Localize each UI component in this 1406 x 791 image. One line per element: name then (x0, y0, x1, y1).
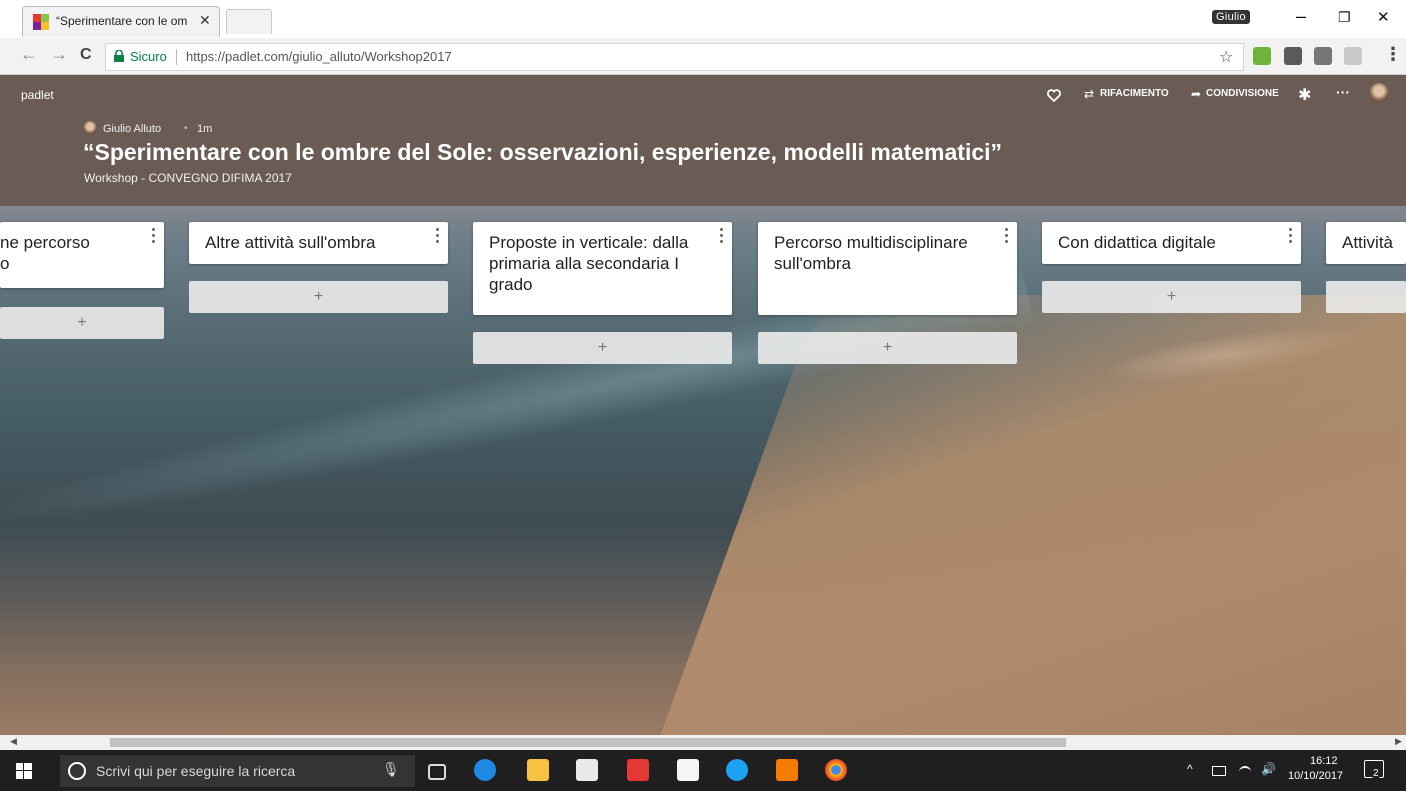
padlet-title: “Sperimentare con le ombre del Sole: oss… (83, 139, 1003, 165)
chrome-icon[interactable] (825, 759, 847, 781)
bookmark-star-icon[interactable]: ☆ (1219, 47, 1233, 67)
omnibox[interactable]: Sicuro https://padlet.com/giulio_alluto/… (105, 43, 1244, 71)
column-title: Altre attività sull'ombra (205, 233, 376, 252)
edge-browser-icon[interactable] (474, 759, 496, 781)
scrollbar-thumb[interactable] (110, 738, 1066, 747)
share-icon: ➦ (1191, 87, 1202, 101)
store-icon[interactable] (576, 759, 598, 781)
clock-date[interactable]: 10/10/2017 (1288, 770, 1343, 782)
back-button[interactable]: ← (20, 44, 38, 65)
new-tab-button[interactable] (226, 9, 272, 34)
wifi-icon[interactable] (1239, 766, 1251, 778)
column-title: Attività (1342, 233, 1394, 252)
chrome-menu-icon[interactable]: ⋮ (1384, 44, 1402, 65)
tray-expand-icon[interactable]: ^ (1187, 762, 1193, 776)
extension-camera-icon[interactable] (1314, 47, 1332, 65)
more-icon[interactable]: ··· (1336, 84, 1350, 100)
mail-icon[interactable] (677, 759, 699, 781)
browser-tab[interactable]: “Sperimentare con le om ✕ (22, 6, 220, 37)
scroll-left-arrow[interactable]: ◀ (10, 736, 17, 747)
extension-square-icon[interactable] (1284, 47, 1302, 65)
taskbar-search-box[interactable]: Scrivi qui per eseguire la ricerca 🎙 (60, 755, 415, 787)
extension-green-icon[interactable] (1253, 47, 1271, 65)
browser-tab-strip: “Sperimentare con le om ✕ Giulio – ❐ ✕ (0, 0, 1406, 38)
tab-close-icon[interactable]: ✕ (199, 12, 211, 29)
padlet-favicon-icon (33, 14, 49, 30)
column-header-5[interactable]: Con didattica digitale (1042, 222, 1301, 264)
tab-title: “Sperimentare con le om (56, 14, 188, 28)
close-window-button[interactable]: ✕ (1377, 8, 1390, 26)
remake-button[interactable]: RIFACIMENTO (1100, 88, 1169, 99)
heart-icon[interactable] (1047, 89, 1061, 102)
add-post-button[interactable]: + (758, 332, 1017, 364)
column-header-6[interactable]: Attività (1326, 222, 1406, 264)
battery-icon[interactable] (1212, 766, 1226, 776)
profile-user-label[interactable]: Giulio (1212, 10, 1250, 24)
windows-start-icon[interactable] (16, 763, 32, 779)
cortana-icon (68, 762, 86, 780)
add-post-button[interactable]: + (0, 307, 164, 339)
forward-button[interactable]: → (50, 44, 68, 65)
gear-icon[interactable]: ✱ (1298, 85, 1311, 105)
share-button[interactable]: CONDIVISIONE (1206, 88, 1279, 99)
file-explorer-icon[interactable] (527, 759, 549, 781)
add-post-button[interactable]: + (473, 332, 732, 364)
column-menu-icon[interactable] (1005, 228, 1009, 244)
column-header-1[interactable]: ne percorso o (0, 222, 164, 288)
windows-taskbar: Scrivi qui per eseguire la ricerca 🎙 ^ 🔊… (0, 750, 1406, 791)
horizontal-scrollbar[interactable]: ◀ ▶ (0, 735, 1406, 750)
column-menu-icon[interactable] (1289, 228, 1293, 244)
author-avatar (83, 121, 97, 135)
padlet-logo[interactable]: padlet (21, 88, 54, 102)
search-placeholder: Scrivi qui per eseguire la ricerca (96, 763, 296, 779)
volume-icon[interactable]: 🔊 (1261, 762, 1276, 776)
column-menu-icon[interactable] (152, 228, 156, 244)
add-post-button[interactable] (1326, 281, 1406, 313)
column-menu-icon[interactable] (720, 228, 724, 244)
secure-label: Sicuro (130, 49, 167, 64)
column-title: Percorso multidisciplinare sull'ombra (774, 233, 968, 273)
column-header-3[interactable]: Proposte in verticale: dalla primaria al… (473, 222, 732, 315)
column-header-4[interactable]: Percorso multidisciplinare sull'ombra (758, 222, 1017, 315)
column-title: Con didattica digitale (1058, 233, 1216, 252)
post-time: 1m (197, 123, 213, 135)
clock-time[interactable]: 16:12 (1310, 755, 1338, 767)
task-view-icon[interactable] (428, 764, 446, 780)
lock-icon (114, 50, 124, 62)
scroll-right-arrow[interactable]: ▶ (1395, 736, 1402, 747)
add-post-button[interactable]: + (189, 281, 448, 313)
padlet-board: padlet ⇄ RIFACIMENTO ➦ CONDIVISIONE ✱ ··… (0, 75, 1406, 735)
author-separator: • (184, 123, 188, 134)
padlet-header: padlet ⇄ RIFACIMENTO ➦ CONDIVISIONE ✱ ··… (0, 75, 1406, 206)
notification-center-icon[interactable]: 2 (1364, 760, 1384, 779)
remake-icon: ⇄ (1084, 87, 1095, 101)
padlet-subtitle: Workshop - CONVEGNO DIFIMA 2017 (84, 171, 292, 185)
microphone-icon[interactable]: 🎙 (382, 761, 400, 778)
reload-button[interactable]: C (80, 46, 92, 64)
omnibox-separator (176, 49, 177, 65)
skype-icon[interactable] (726, 759, 748, 781)
column-title: ne percorso o (0, 233, 90, 273)
address-bar-area: ← → C Sicuro https://padlet.com/giulio_a… (0, 38, 1406, 75)
minimize-button[interactable]: – (1296, 6, 1306, 27)
url-text[interactable]: https://padlet.com/giulio_alluto/Worksho… (186, 49, 452, 64)
add-post-button[interactable]: + (1042, 281, 1301, 313)
author-name[interactable]: Giulio Alluto (103, 123, 161, 135)
column-menu-icon[interactable] (436, 228, 440, 244)
extension-pdf-icon[interactable] (1344, 47, 1362, 65)
notification-count: 2 (1371, 768, 1381, 779)
app-red-icon[interactable] (627, 759, 649, 781)
maximize-button[interactable]: ❐ (1338, 9, 1351, 26)
column-title: Proposte in verticale: dalla primaria al… (489, 233, 689, 294)
powerpoint-icon[interactable] (776, 759, 798, 781)
column-header-2[interactable]: Altre attività sull'ombra (189, 222, 448, 264)
user-avatar[interactable] (1369, 83, 1389, 103)
